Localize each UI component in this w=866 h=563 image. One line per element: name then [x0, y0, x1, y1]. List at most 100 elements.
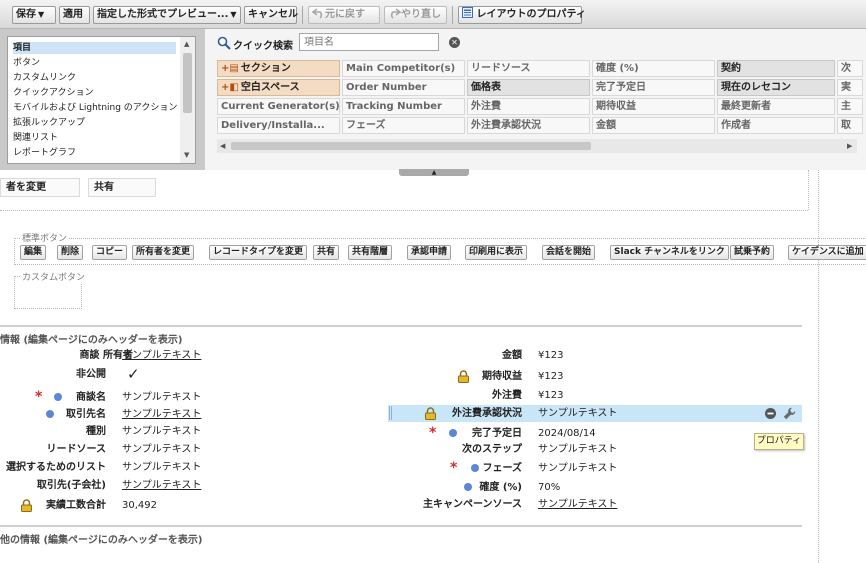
palette-category-quick-actions[interactable]: クイックアクション	[13, 87, 176, 99]
quick-search-label: クイック検索	[233, 41, 293, 52]
palette-field[interactable]: 契約	[717, 60, 835, 77]
field-row[interactable]: 種別 サンプルテキスト	[0, 423, 390, 440]
field-row[interactable]: 非公開 ✓	[0, 366, 390, 383]
collapse-palette-handle[interactable]: ▲	[399, 169, 469, 176]
field-row[interactable]: 確度 (%) 70%	[388, 479, 802, 496]
palette-field[interactable]: 金額	[592, 117, 715, 134]
scroll-right-icon[interactable]: ▶	[847, 142, 852, 150]
add-to-cadence-button[interactable]: ケイデンスに追加	[788, 245, 866, 260]
apply-button[interactable]: 適用	[59, 6, 90, 24]
copy-button[interactable]: コピー	[92, 245, 128, 260]
palette-category-buttons[interactable]: ボタン	[13, 57, 176, 69]
cancel-button[interactable]: キャンセル	[244, 6, 298, 24]
palette-category-custom-links[interactable]: カスタムリンク	[13, 72, 176, 84]
field-row[interactable]: 主キャンペーンソース サンプルテキスト	[388, 496, 802, 513]
field-row[interactable]: 金額 ¥123	[388, 347, 802, 364]
toolbar-separator	[452, 6, 453, 24]
palette-field[interactable]: 実	[837, 79, 863, 96]
palette-field[interactable]: 完了予定日	[592, 79, 715, 96]
palette-field[interactable]: 次	[837, 60, 863, 77]
field-value: サンプルテキスト	[122, 392, 202, 403]
field-row[interactable]: * 商談名 サンプルテキスト	[0, 389, 390, 406]
field-row[interactable]: 選択するためのリスト サンプルテキスト	[0, 459, 390, 476]
palette-field[interactable]: 確度 (%)	[592, 60, 715, 77]
share-button[interactable]: 共有	[313, 245, 340, 260]
preview-as-button[interactable]: 指定した形式でプレビュー... ▼	[93, 6, 241, 24]
clear-search-icon[interactable]: ✕	[449, 37, 460, 48]
palette-section[interactable]: +▤ セクション	[217, 60, 340, 77]
change-owner-button[interactable]: 所有者を変更	[132, 245, 195, 260]
palette-field[interactable]: リードソース	[467, 60, 590, 77]
field-row[interactable]: 期待収益 ¥123	[388, 368, 802, 385]
palette-field[interactable]: 最終更新者	[717, 98, 835, 115]
change-record-type-button[interactable]: レコードタイプを変更	[209, 245, 308, 260]
link-slack-channel-button[interactable]: Slack チャンネルをリンク	[610, 245, 729, 260]
field-label: 外注費	[492, 390, 522, 401]
header-change-owner-button[interactable]: 者を変更	[0, 178, 80, 197]
save-label: 保存	[16, 9, 36, 20]
palette-field[interactable]: 現在のレセコン	[717, 79, 835, 96]
scroll-up-icon[interactable]: ▲	[184, 40, 189, 48]
fields-scrollbar-thumb[interactable]	[231, 142, 591, 150]
fields-horizontal-scrollbar[interactable]: ◀ ▶	[217, 139, 857, 153]
palette-field[interactable]: Order Number	[342, 79, 465, 96]
palette-field[interactable]: 作成者	[717, 117, 835, 134]
palette-field[interactable]: Tracking Number	[342, 98, 465, 115]
field-row[interactable]: 外注費 ¥123	[388, 387, 802, 404]
header-share-button[interactable]: 共有	[88, 178, 156, 197]
field-row[interactable]: 次のステップ サンプルテキスト	[388, 441, 802, 458]
palette-category-expanded-lookups[interactable]: 拡張ルックアップ	[13, 117, 176, 129]
category-scrollbar[interactable]: ▲ ▼	[180, 37, 195, 163]
scroll-down-icon[interactable]: ▼	[184, 151, 189, 159]
palette-field[interactable]: Current Generator(s)	[217, 98, 340, 115]
chevron-down-icon[interactable]: ▼	[38, 10, 44, 19]
palette-blank-space[interactable]: +◧ 空白スペース	[217, 79, 340, 96]
palette-field[interactable]: Delivery/Installa...	[217, 117, 340, 134]
redo-button[interactable]: やり直し	[384, 6, 447, 24]
palette-field[interactable]: 外注費承認状況	[467, 117, 590, 134]
field-row[interactable]: 取引先(子会社) サンプルテキスト	[0, 477, 390, 494]
submit-for-approval-button[interactable]: 承認申請	[407, 245, 452, 260]
search-icon	[217, 36, 231, 50]
test-drive-booking-button[interactable]: 試乗予約	[730, 245, 775, 260]
layout-properties-button[interactable]: レイアウトのプロパティ	[458, 6, 586, 24]
delete-button[interactable]: 削除	[57, 245, 84, 260]
palette-category-fields[interactable]: 項目	[13, 42, 176, 54]
field-row-selected[interactable]: 外注費承認状況 サンプルテキスト	[388, 405, 802, 422]
palette-category-related-lists[interactable]: 関連リスト	[13, 132, 176, 144]
field-value: サンプルテキスト	[538, 499, 618, 510]
field-row[interactable]: * フェーズ サンプルテキスト	[388, 460, 802, 477]
palette-field[interactable]: 外注費	[467, 98, 590, 115]
scroll-left-icon[interactable]: ◀	[220, 142, 225, 150]
palette-field[interactable]: Main Competitor(s)	[342, 60, 465, 77]
chevron-up-icon[interactable]: ▲	[432, 169, 437, 176]
field-row[interactable]: * 完了予定日 2024/08/14	[388, 425, 802, 442]
add-blank-space-icon: +◧	[221, 82, 239, 93]
layout-toolbar: 保存 ▼ 適用 指定した形式でプレビュー... ▼ キャンセル 元に戻す やり直し …	[0, 0, 866, 29]
quick-search-input[interactable]	[299, 33, 439, 51]
field-row[interactable]: 取引先名 サンプルテキスト	[0, 406, 390, 423]
category-scrollbar-thumb[interactable]	[183, 53, 192, 113]
save-button[interactable]: 保存 ▼	[12, 6, 56, 24]
standard-buttons-legend: 標準ボタン	[20, 231, 70, 244]
palette-category-report-charts[interactable]: レポートグラフ	[13, 147, 176, 159]
field-row[interactable]: リードソース サンプルテキスト	[0, 441, 390, 458]
start-conversation-button[interactable]: 会話を開始	[542, 245, 596, 260]
palette-field[interactable]: 期待収益	[592, 98, 715, 115]
field-row[interactable]: 実績工数合計 30,492	[0, 497, 390, 514]
chevron-down-icon[interactable]: ▼	[230, 10, 236, 19]
sharing-hierarchy-button[interactable]: 共有階層	[348, 245, 393, 260]
printable-view-button[interactable]: 印刷用に表示	[465, 245, 528, 260]
field-value: 30,492	[122, 500, 157, 511]
palette-category-mobile-actions[interactable]: モバイルおよび Lightning のアクション	[13, 102, 177, 114]
palette-field[interactable]: 取	[837, 117, 863, 134]
palette-field[interactable]: 主	[837, 98, 863, 115]
edit-button[interactable]: 編集	[20, 245, 47, 260]
section-title: 情報 (編集ページにのみヘッダーを表示)	[0, 335, 183, 346]
undo-button[interactable]: 元に戻す	[308, 6, 380, 24]
remove-icon[interactable]	[765, 408, 776, 419]
palette-field[interactable]: フェーズ	[342, 117, 465, 134]
wrench-icon[interactable]	[783, 407, 796, 420]
field-row[interactable]: 商談 所有者 サンプルテキスト	[0, 347, 390, 364]
palette-field[interactable]: 価格表	[467, 79, 590, 96]
